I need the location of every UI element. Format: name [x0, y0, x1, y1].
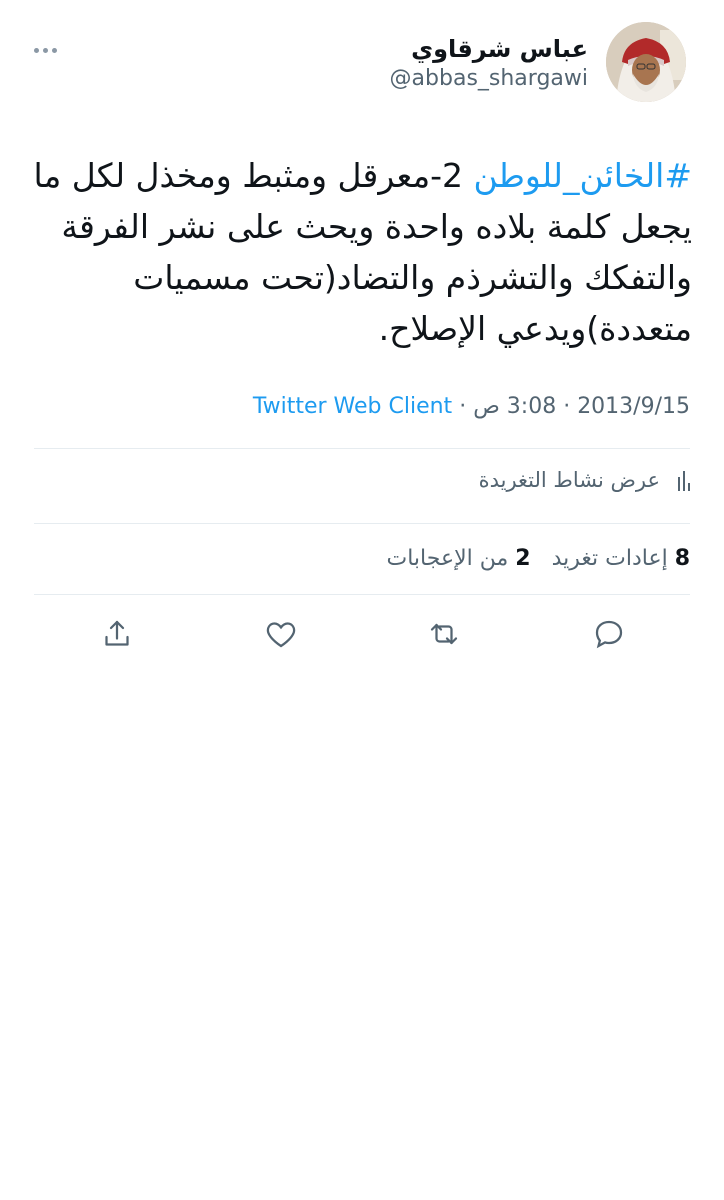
- display-name[interactable]: عباس شرقاوي: [390, 34, 588, 64]
- meta-separator: ·: [459, 394, 467, 419]
- meta-separator: ·: [563, 394, 571, 419]
- tweet-time[interactable]: 3:08 ص: [473, 394, 556, 419]
- tweet-date[interactable]: 2013/9/15: [577, 394, 690, 419]
- reply-icon[interactable]: [591, 616, 627, 652]
- activity-label: عرض نشاط التغريدة: [478, 468, 660, 492]
- retweets-count: 8: [674, 546, 690, 571]
- tweet-stats: 8 إعادات تغريد 2 من الإعجابات: [387, 546, 690, 571]
- hashtag-link[interactable]: #الخائن_للوطن: [474, 156, 692, 195]
- avatar-image: [606, 22, 686, 102]
- tweet-header: عباس شرقاوي @abbas_shargawi: [0, 22, 724, 122]
- likes-stat[interactable]: 2 من الإعجابات: [387, 546, 531, 571]
- heart-icon[interactable]: [263, 616, 299, 652]
- retweet-icon[interactable]: [426, 616, 462, 652]
- tweet-meta: 2013/9/15 · 3:08 ص · Twitter Web Client: [253, 394, 690, 419]
- divider: [34, 594, 690, 595]
- retweets-label: إعادات تغريد: [551, 546, 668, 571]
- action-bar: [0, 616, 724, 656]
- share-icon[interactable]: [99, 616, 135, 652]
- user-handle[interactable]: @abbas_shargawi: [390, 64, 588, 94]
- tweet-source[interactable]: Twitter Web Client: [253, 394, 452, 419]
- bar-chart-icon: [670, 469, 690, 491]
- likes-count: 2: [515, 546, 531, 571]
- retweets-stat[interactable]: 8 إعادات تغريد: [552, 546, 690, 571]
- divider: [34, 523, 690, 524]
- author-names: عباس شرقاوي @abbas_shargawi: [390, 34, 588, 94]
- tweet-text: #الخائن_للوطن 2-معرقل ومثبط ومخذل لكل ما…: [24, 150, 692, 354]
- likes-label: من الإعجابات: [386, 546, 509, 571]
- divider: [34, 448, 690, 449]
- more-dots-icon[interactable]: [34, 38, 74, 62]
- avatar[interactable]: [606, 22, 686, 102]
- view-activity-link[interactable]: عرض نشاط التغريدة: [479, 468, 690, 492]
